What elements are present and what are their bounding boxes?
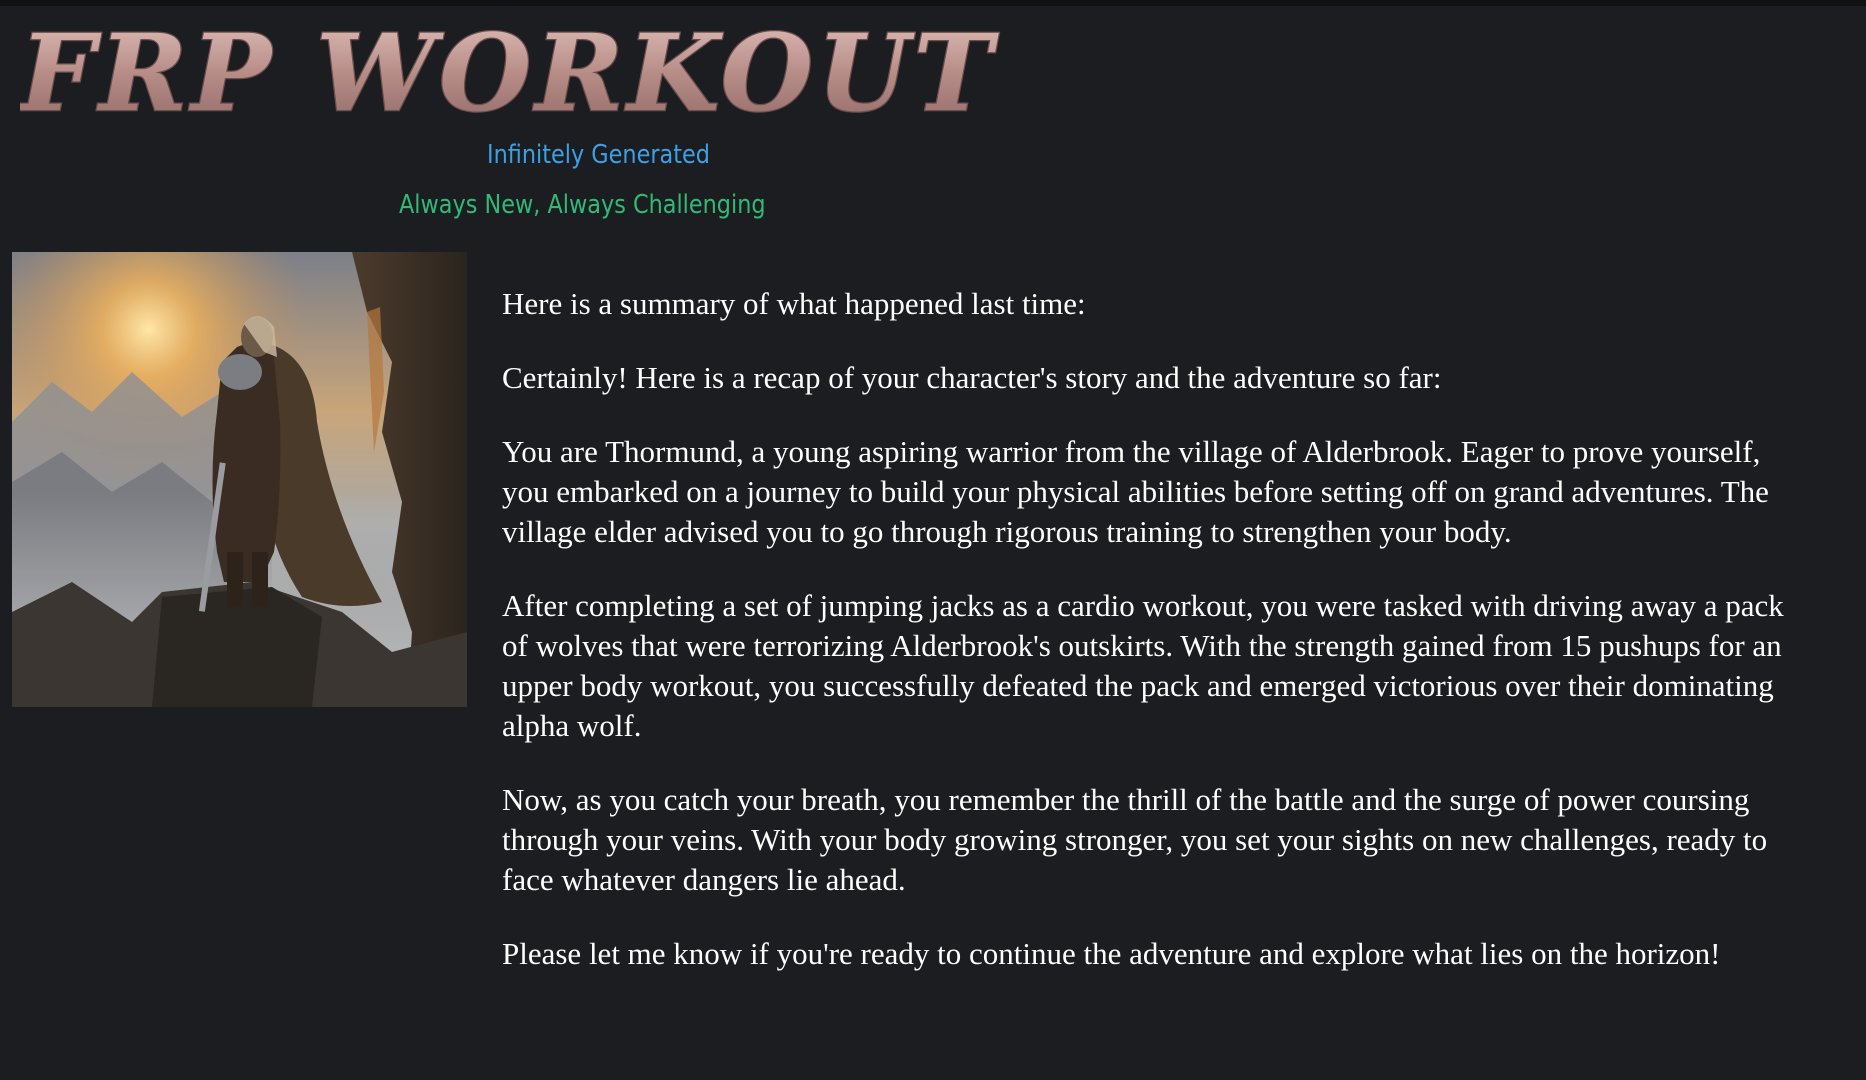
story-summary: Here is a summary of what happened last … — [502, 284, 1802, 1008]
story-paragraph: Now, as you catch your breath, you remem… — [502, 782, 1768, 897]
story-paragraph: You are Thormund, a young aspiring warri… — [502, 434, 1769, 549]
story-paragraph: Please let me know if you're ready to co… — [502, 936, 1721, 971]
tagline-always-new: Always New, Always Challenging — [399, 190, 766, 220]
story-paragraph: Certainly! Here is a recap of your chara… — [502, 360, 1442, 395]
story-intro: Here is a summary of what happened last … — [502, 286, 1086, 321]
warrior-on-cliff-illustration — [12, 252, 467, 707]
hero-image — [12, 252, 467, 707]
tagline-infinitely-generated: Infinitely Generated — [487, 140, 710, 170]
story-paragraph: After completing a set of jumping jacks … — [502, 588, 1784, 743]
logo: FRP WORKOUT — [16, 2, 1160, 142]
logo-text: FRP WORKOUT — [20, 10, 999, 135]
